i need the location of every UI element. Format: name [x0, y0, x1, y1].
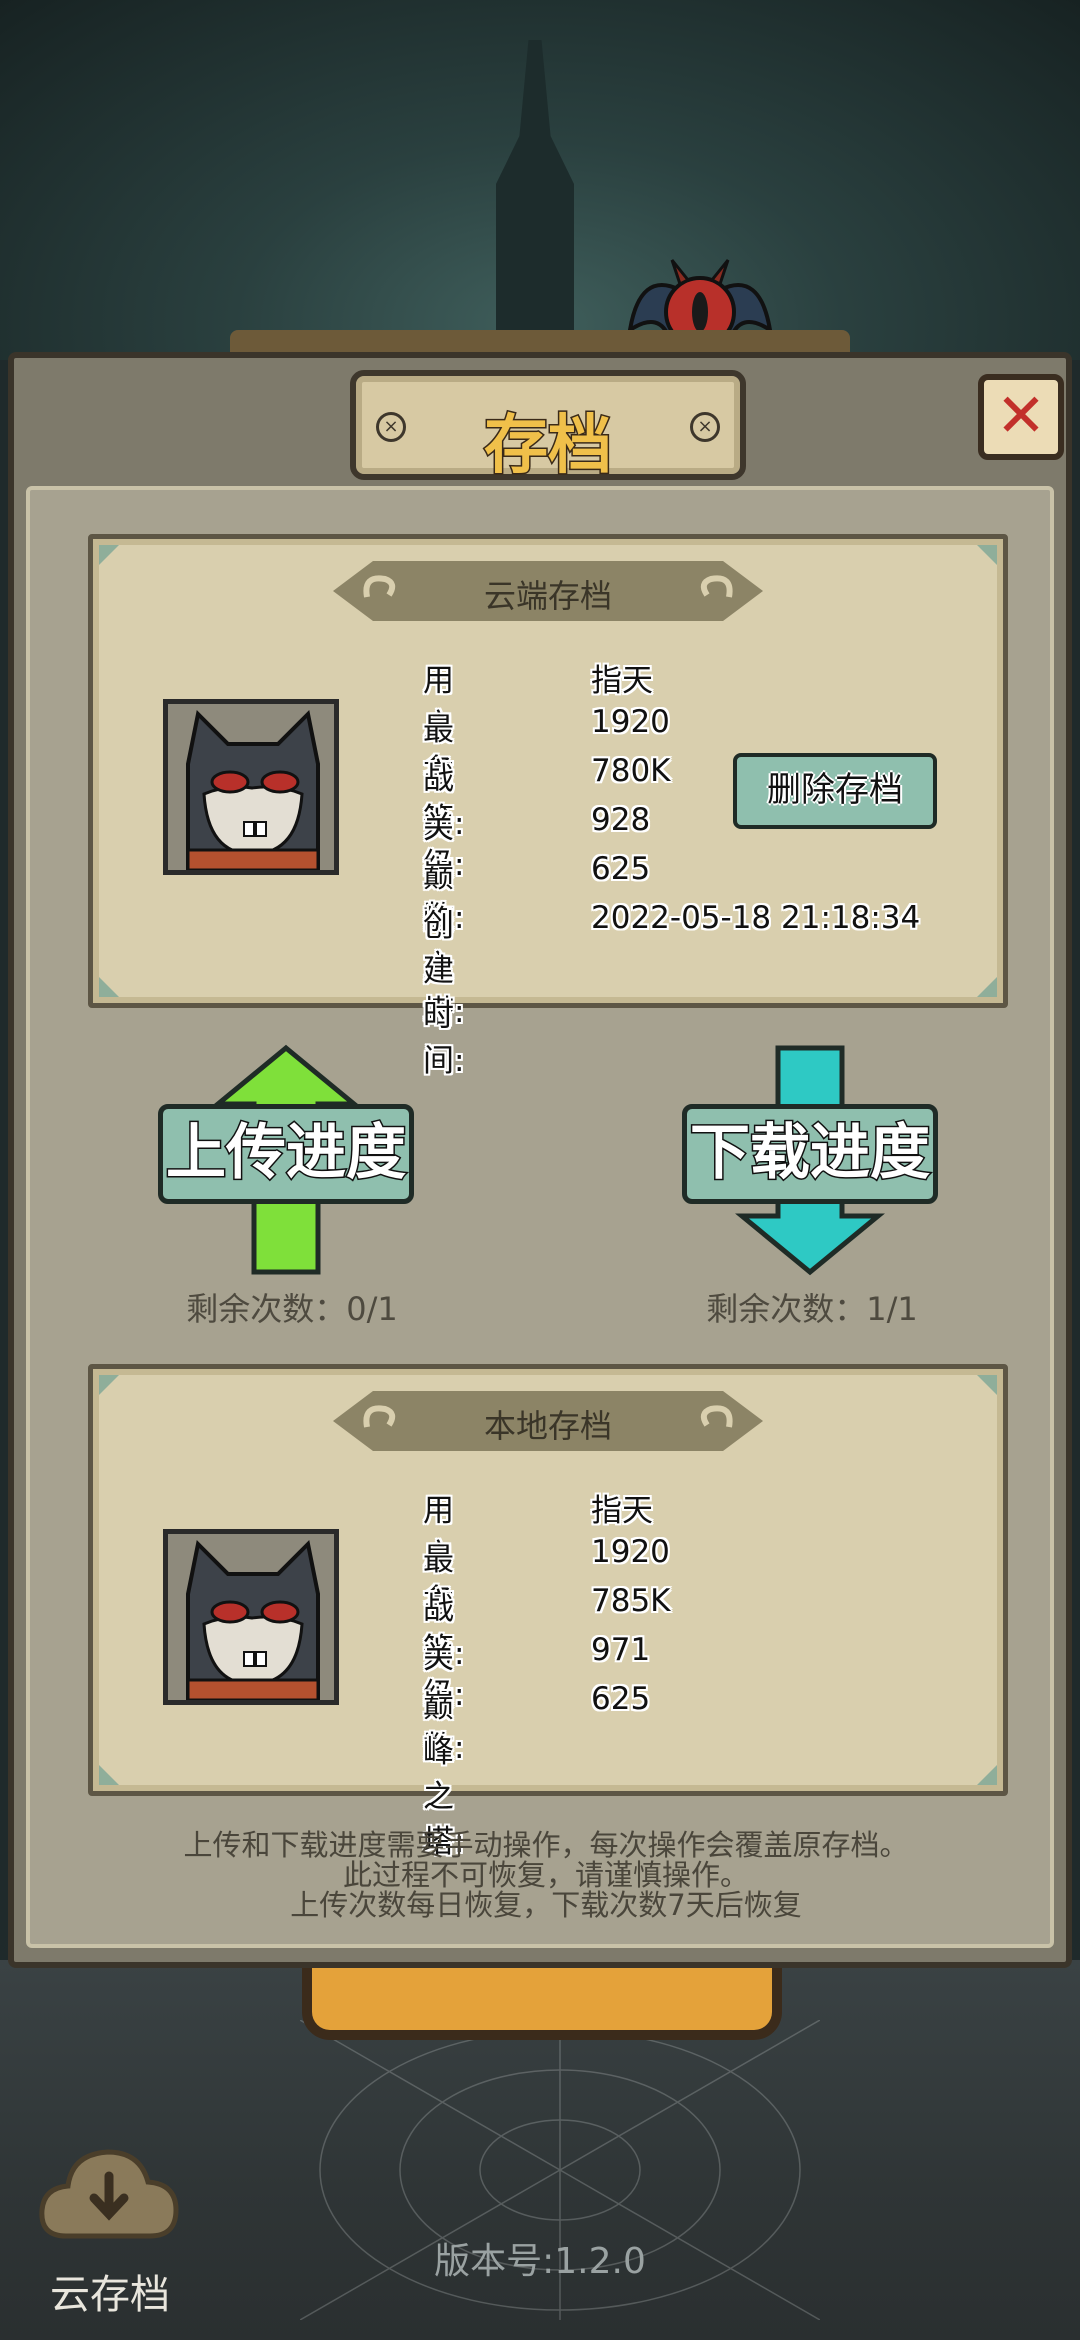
version-number: 版本号:1.2.0 [434, 2241, 646, 2282]
cat-avatar-icon [168, 1534, 334, 1702]
background-scene [0, 0, 1080, 360]
cloud-save-button[interactable] [36, 2140, 182, 2250]
stat-value: 625 [591, 1681, 651, 1717]
stat-value: 1920 [591, 1534, 670, 1570]
upload-remaining-count: 剩余次数：0/1 [186, 1290, 398, 1328]
card-corner [99, 545, 119, 565]
stat-value: 625 [591, 851, 651, 887]
stat-label: 创建时间: [423, 908, 465, 1079]
upload-progress-button[interactable]: 上传进度 [158, 1044, 418, 1284]
download-remaining-count: 剩余次数：1/1 [706, 1290, 918, 1328]
local-save-card: 本地存档 用户名 指天 最高等级: 1920 战力: 785K 关卡数: 971… [88, 1364, 1008, 1860]
player-avatar [163, 699, 339, 875]
stat-value: 1920 [591, 704, 670, 740]
cloud-save-banner-title: 云端存档 [483, 577, 612, 615]
notice-line-3: 上传次数每日恢复，下载次数7天后恢复 [290, 1888, 802, 1922]
card-corner [977, 1375, 997, 1395]
castle-tower-silhouette [496, 40, 574, 360]
cloud-save-card: 云端存档 用户名 指天 最高等级: 1920 战力: 780K 关卡数: 928… [88, 534, 1008, 1079]
download-progress-button[interactable]: 下载进度 [682, 1044, 942, 1284]
title-plate: × 存档 × [350, 370, 746, 485]
dialog-title: 存档 [483, 408, 614, 485]
cat-avatar-icon [168, 704, 334, 872]
delete-save-button[interactable]: 删除存档 [733, 753, 937, 829]
card-corner [977, 1765, 997, 1785]
download-label: 下载进度 [682, 1104, 938, 1204]
notice-line-2: 此过程不可恢复，请谨慎操作。 [342, 1858, 749, 1892]
save-dialog: × 存档 × ✕ 云端存档 用户名 指天 最高等级: 1920 战力: 780K… [8, 352, 1072, 1968]
card-corner [99, 977, 119, 997]
close-button[interactable]: ✕ [978, 374, 1064, 460]
card-corner [99, 1765, 119, 1785]
local-save-banner-title: 本地存档 [483, 1407, 612, 1445]
local-save-banner: 本地存档 [333, 1387, 763, 1455]
stat-value: 785K [591, 1583, 671, 1619]
stat-value: 2022-05-18 21:18:34 [591, 900, 921, 936]
stat-value: 971 [591, 1632, 651, 1668]
upload-label: 上传进度 [158, 1104, 414, 1204]
cloud-save-banner: 云端存档 [333, 557, 763, 625]
cloud-save-label: 云存档 [50, 2272, 170, 2318]
stat-value: 指天 [591, 1493, 653, 1529]
stat-value: 928 [591, 802, 651, 838]
cloud-download-icon [39, 2149, 179, 2239]
card-corner [99, 1375, 119, 1395]
bolt-icon: × [690, 412, 720, 442]
stat-value: 指天 [591, 663, 653, 699]
notice-line-1: 上传和下载进度需要手动操作，每次操作会覆盖原存档。 [183, 1828, 909, 1862]
card-corner [977, 545, 997, 565]
card-corner [977, 977, 997, 997]
player-avatar [163, 1529, 339, 1705]
stat-value: 780K [591, 753, 671, 789]
